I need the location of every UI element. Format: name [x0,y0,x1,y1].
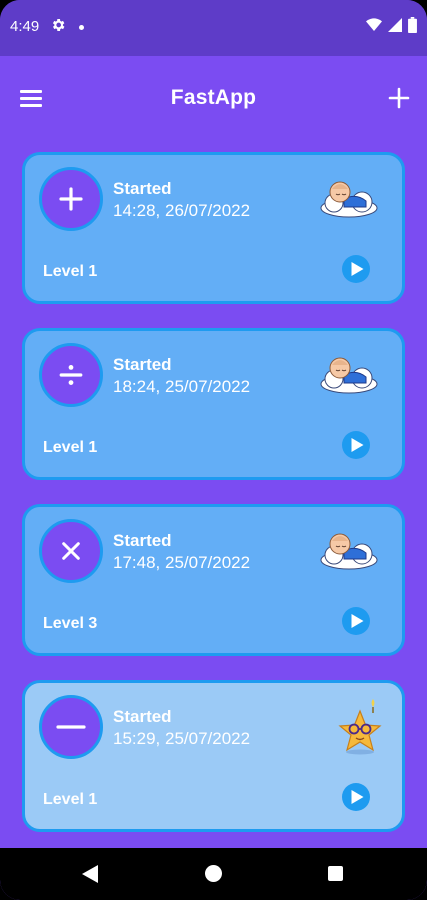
divide-icon [59,365,83,385]
card-status: Started [113,355,172,374]
wifi-icon [366,18,382,31]
game-card-minus[interactable]: Started 15:29, 25/07/2022 Level 1 [22,680,405,832]
play-icon [351,790,364,804]
sleeping-baby-cloud-icon [320,357,378,394]
card-datetime: 17:48, 25/07/2022 [113,553,251,572]
play-icon [351,614,364,628]
status-icons [366,17,417,33]
back-icon[interactable] [82,865,98,883]
recents-icon[interactable] [328,866,343,881]
status-bar: 4:49 [0,0,427,56]
play-icon [351,438,364,452]
battery-icon [408,17,417,33]
game-card-multiply[interactable]: Started 17:48, 25/07/2022 Level 3 [22,504,405,656]
card-datetime: 18:24, 25/07/2022 [113,377,251,396]
sleeping-baby-cloud-icon [320,181,378,218]
card-status: Started [113,707,172,726]
card-status: Started [113,179,172,198]
game-card-plus[interactable]: Started 14:28, 26/07/2022 Level 1 [22,152,405,304]
multiply-icon [62,542,80,560]
app-bar: FastApp [0,56,427,140]
plus-icon [59,187,83,211]
operation-badge [39,167,103,231]
operation-badge [39,343,103,407]
notification-dot-icon [79,25,84,30]
card-status: Started [113,531,172,550]
play-icon [351,262,364,276]
card-datetime: 14:28, 26/07/2022 [113,201,251,220]
add-icon[interactable] [387,86,411,110]
card-level: Level 3 [43,615,98,632]
play-button[interactable] [342,255,370,283]
star-with-glasses-icon [338,699,382,755]
card-level: Level 1 [43,791,98,808]
operation-badge [39,695,103,759]
screen: 4:49 FastApp Started 14:28, 26/07/2022 L… [0,0,427,900]
signal-icon [388,18,402,32]
operation-badge [39,519,103,583]
navigation-bar [0,848,427,900]
status-time: 4:49 [10,18,40,35]
gear-icon [52,19,65,31]
card-level: Level 1 [43,263,98,280]
game-card-divide[interactable]: Started 18:24, 25/07/2022 Level 1 [22,328,405,480]
play-button[interactable] [342,607,370,635]
play-button[interactable] [342,783,370,811]
app-title: FastApp [170,86,257,109]
play-button[interactable] [342,431,370,459]
card-datetime: 15:29, 25/07/2022 [113,729,251,748]
sleeping-baby-cloud-icon [320,533,378,570]
minus-icon [56,725,86,729]
card-level: Level 1 [43,439,98,456]
home-icon[interactable] [205,865,222,882]
